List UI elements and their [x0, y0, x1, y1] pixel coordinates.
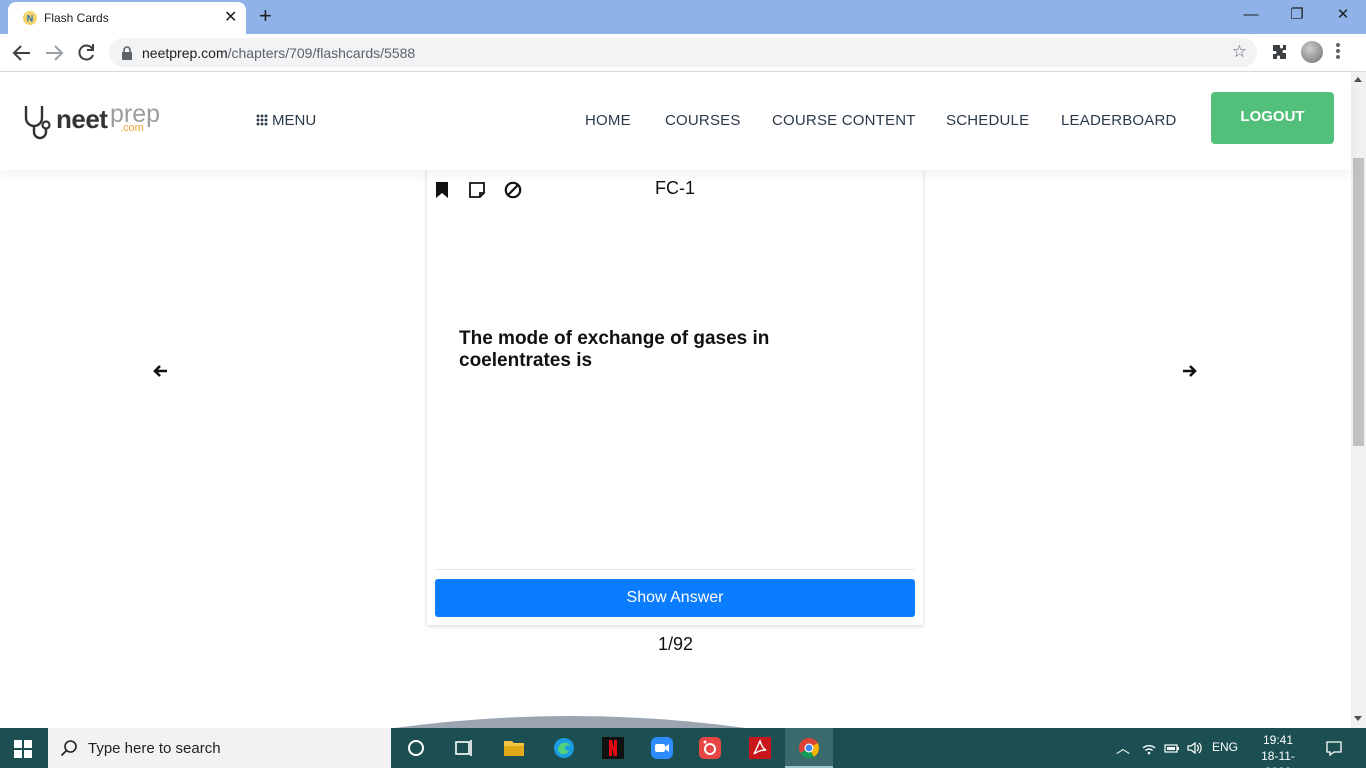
- forward-icon[interactable]: [42, 41, 66, 65]
- new-tab-icon[interactable]: +: [259, 4, 272, 28]
- nav-home[interactable]: HOME: [585, 112, 631, 129]
- svg-text:N: N: [27, 14, 34, 24]
- bookmark-star-icon[interactable]: ☆: [1232, 43, 1247, 61]
- close-tab-icon[interactable]: ✕: [224, 8, 237, 28]
- show-answer-button[interactable]: Show Answer: [435, 579, 915, 617]
- windows-taskbar: Type here to search ︿ ENG 19:41 18-11-: [0, 728, 1366, 768]
- edge-browser-icon[interactable]: [552, 736, 576, 760]
- file-explorer-icon[interactable]: [502, 736, 526, 760]
- tab-strip: N Flash Cards ✕ + — ❐ ✕: [0, 0, 1366, 34]
- nav-course-content[interactable]: COURSE CONTENT: [772, 112, 916, 129]
- language-indicator[interactable]: ENG: [1212, 740, 1238, 754]
- volume-icon[interactable]: [1186, 740, 1204, 756]
- nav-leaderboard[interactable]: LEADERBOARD: [1061, 112, 1177, 129]
- netflix-icon[interactable]: [601, 736, 625, 760]
- browser-menu-icon[interactable]: [1336, 43, 1340, 61]
- logo-text-suffix: .com: [120, 122, 144, 134]
- search-placeholder: Type here to search: [88, 740, 221, 757]
- grid-icon: [256, 114, 268, 126]
- card-question: The mode of exchange of gases in coelent…: [459, 328, 770, 371]
- card-divider: [435, 569, 915, 570]
- windows-start-icon[interactable]: [14, 740, 32, 758]
- clock-date: 18-11-2020: [1261, 749, 1295, 768]
- profile-avatar[interactable]: [1301, 41, 1323, 63]
- browser-tab[interactable]: N Flash Cards ✕: [8, 2, 246, 34]
- nav-schedule[interactable]: SCHEDULE: [946, 112, 1029, 129]
- scroll-thumb[interactable]: [1353, 158, 1364, 446]
- show-hidden-icons-icon[interactable]: ︿: [1116, 738, 1130, 758]
- restore-icon[interactable]: ❐: [1274, 4, 1320, 28]
- logout-button[interactable]: LOGOUT: [1211, 92, 1334, 144]
- block-icon[interactable]: [504, 181, 522, 199]
- bookmark-icon[interactable]: [433, 181, 451, 199]
- note-icon[interactable]: [468, 181, 486, 199]
- nav-courses[interactable]: COURSES: [665, 112, 741, 129]
- reload-icon[interactable]: [74, 41, 98, 65]
- notifications-icon[interactable]: [1325, 739, 1343, 757]
- back-icon[interactable]: [10, 41, 34, 65]
- chrome-icon: [799, 738, 820, 759]
- address-bar[interactable]: neetprep.com/chapters/709/flashcards/558…: [109, 38, 1257, 67]
- clock-time: 19:41: [1262, 733, 1294, 747]
- site-header: neet prep .com MENU HOME COURSES COURSE …: [0, 72, 1351, 170]
- logo-text-main: neet: [56, 104, 108, 134]
- menu-label: MENU: [272, 112, 317, 129]
- cortana-icon[interactable]: [404, 736, 428, 760]
- camera-app-icon[interactable]: [698, 736, 722, 760]
- battery-icon[interactable]: [1164, 740, 1180, 756]
- url-text[interactable]: neetprep.com/chapters/709/flashcards/558…: [142, 45, 415, 61]
- next-card-arrow-icon[interactable]: [1180, 362, 1198, 380]
- browser-toolbar: neetprep.com/chapters/709/flashcards/558…: [0, 34, 1366, 72]
- card-counter: 1/92: [657, 634, 694, 654]
- page-scrollbar[interactable]: [1351, 72, 1366, 728]
- task-view-icon[interactable]: [452, 736, 476, 760]
- wifi-icon[interactable]: [1141, 740, 1157, 756]
- system-clock[interactable]: 19:41 18-11-2020: [1250, 732, 1306, 768]
- flashcard-area: FC-1 The mode of exchange of gases in co…: [0, 170, 1351, 728]
- previous-card-arrow-icon[interactable]: [152, 362, 170, 380]
- menu-button[interactable]: MENU: [256, 112, 316, 129]
- stethoscope-icon: [24, 106, 51, 140]
- scroll-down-icon[interactable]: [1354, 716, 1362, 721]
- zoom-icon[interactable]: [650, 736, 674, 760]
- decorative-wave: [394, 716, 746, 728]
- flashcard: FC-1 The mode of exchange of gases in co…: [427, 170, 923, 625]
- card-id: FC-1: [655, 178, 695, 198]
- scroll-up-icon[interactable]: [1354, 77, 1362, 82]
- tab-title: Flash Cards: [44, 11, 109, 25]
- neetprep-favicon-icon: N: [23, 11, 37, 25]
- close-window-icon[interactable]: ✕: [1320, 4, 1366, 28]
- minimize-icon[interactable]: —: [1228, 4, 1274, 28]
- neetprep-logo[interactable]: neet prep .com: [20, 100, 170, 144]
- extensions-icon[interactable]: [1270, 42, 1290, 62]
- search-icon: [60, 740, 77, 757]
- taskbar-search[interactable]: Type here to search: [48, 728, 391, 768]
- lock-icon[interactable]: [121, 46, 133, 60]
- acrobat-reader-icon[interactable]: [748, 736, 772, 760]
- chrome-taskbar-button[interactable]: [785, 728, 833, 768]
